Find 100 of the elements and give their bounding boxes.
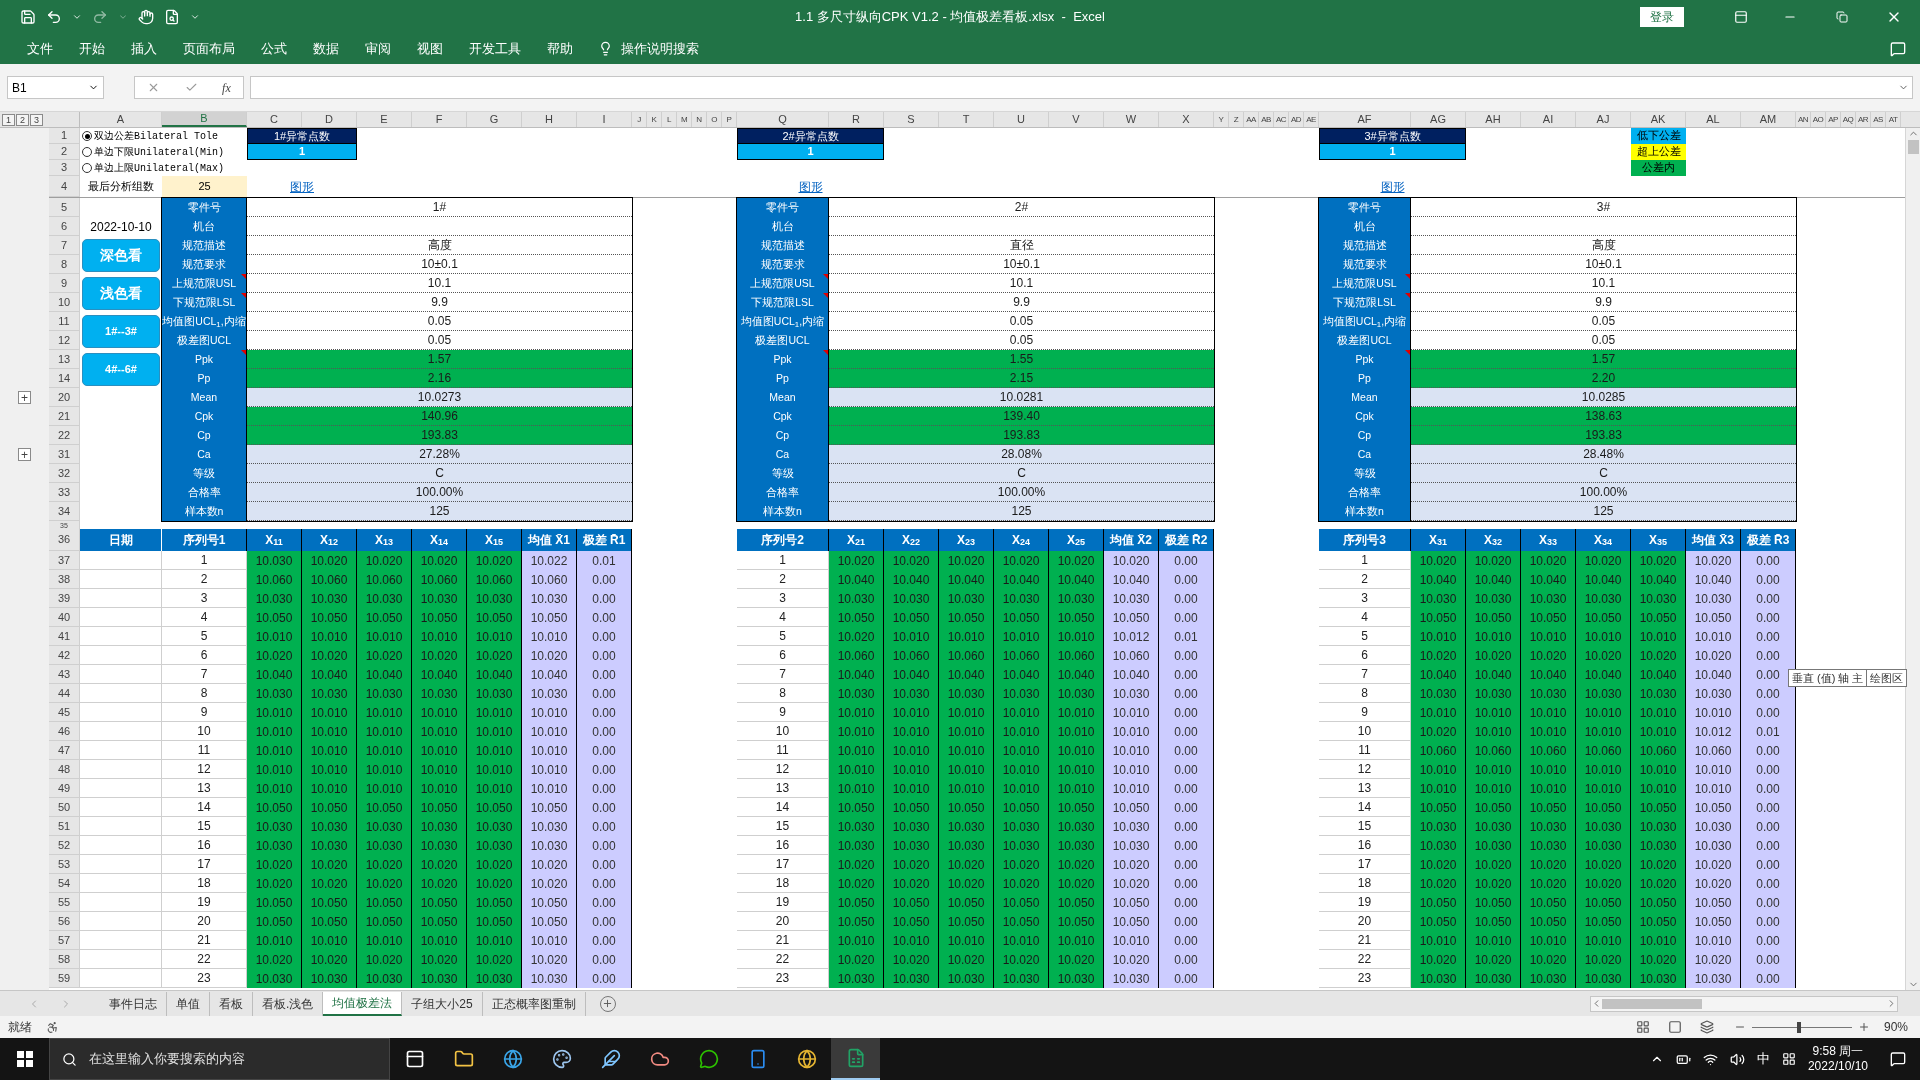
column-header[interactable]: AS bbox=[1871, 112, 1886, 127]
scrollbar-thumb[interactable] bbox=[1907, 140, 1919, 154]
column-header[interactable]: Y bbox=[1214, 112, 1229, 127]
column-header[interactable]: AN bbox=[1796, 112, 1811, 127]
row-number[interactable]: 57 bbox=[49, 931, 80, 950]
wifi-icon[interactable] bbox=[1702, 1051, 1718, 1067]
column-header[interactable]: X bbox=[1159, 112, 1214, 127]
preview-icon[interactable] bbox=[164, 8, 180, 25]
menu-tab[interactable]: 审阅 bbox=[352, 38, 404, 59]
column-header[interactable]: T bbox=[939, 112, 994, 127]
column-header[interactable]: R bbox=[829, 112, 884, 127]
row-number[interactable]: 9 bbox=[49, 274, 80, 293]
column-header[interactable]: S bbox=[884, 112, 939, 127]
column-header[interactable]: AL bbox=[1686, 112, 1741, 127]
expand-group-button[interactable]: + bbox=[18, 448, 31, 461]
row-number[interactable]: 44 bbox=[49, 684, 80, 703]
column-header[interactable]: L bbox=[662, 112, 677, 127]
windows-logo-icon[interactable] bbox=[16, 1051, 33, 1067]
column-header[interactable]: N bbox=[692, 112, 707, 127]
column-header[interactable]: AC bbox=[1274, 112, 1289, 127]
cloud-icon[interactable] bbox=[649, 1049, 670, 1069]
column-header[interactable]: AO bbox=[1811, 112, 1826, 127]
column-header[interactable]: AB bbox=[1259, 112, 1274, 127]
row-number[interactable]: 8 bbox=[49, 255, 80, 274]
insert-function-button[interactable]: fx bbox=[222, 78, 231, 97]
folder-icon[interactable] bbox=[453, 1049, 474, 1069]
save-icon[interactable] bbox=[20, 8, 36, 25]
column-header[interactable]: AK bbox=[1631, 112, 1686, 127]
row-number[interactable]: 48 bbox=[49, 760, 80, 779]
vertical-scrollbar[interactable] bbox=[1905, 128, 1920, 990]
row-number[interactable]: 5 bbox=[49, 198, 80, 217]
sheet-tab[interactable]: 均值极差法 bbox=[323, 991, 403, 1016]
row-number[interactable]: 55 bbox=[49, 893, 80, 912]
row-number[interactable]: 52 bbox=[49, 836, 80, 855]
menu-tab[interactable]: 文件 bbox=[14, 38, 66, 59]
row-number[interactable]: 13 bbox=[49, 350, 80, 369]
enter-icon[interactable] bbox=[184, 81, 198, 94]
feather-icon[interactable] bbox=[600, 1049, 621, 1069]
row-number[interactable]: 14 bbox=[49, 369, 80, 388]
row-number[interactable]: 22 bbox=[49, 426, 80, 445]
column-header[interactable]: AH bbox=[1466, 112, 1521, 127]
comments-icon[interactable] bbox=[1890, 40, 1906, 57]
row-number[interactable]: 59 bbox=[49, 969, 80, 988]
group-count-value[interactable]: 25 bbox=[162, 176, 247, 197]
column-header[interactable]: I bbox=[577, 112, 632, 127]
globe-icon[interactable] bbox=[502, 1049, 523, 1069]
row-number[interactable]: 51 bbox=[49, 817, 80, 836]
chart-link[interactable]: 图形 bbox=[290, 177, 314, 196]
tolerance-radio[interactable]: 单边下限Unilateral(Min) bbox=[80, 144, 247, 160]
row-number[interactable]: 49 bbox=[49, 779, 80, 798]
volume-icon[interactable] bbox=[1729, 1051, 1745, 1067]
column-header[interactable]: U bbox=[994, 112, 1049, 127]
input-method-indicator[interactable]: 中 bbox=[1756, 1049, 1770, 1069]
formula-input[interactable] bbox=[250, 76, 1913, 99]
column-header[interactable]: K bbox=[647, 112, 662, 127]
column-header[interactable]: AA bbox=[1244, 112, 1259, 127]
row-number[interactable]: 6 bbox=[49, 217, 80, 236]
scrollbar-thumb[interactable] bbox=[1602, 998, 1702, 1009]
page-layout-icon[interactable] bbox=[1667, 1020, 1682, 1034]
menu-tab[interactable]: 页面布局 bbox=[170, 38, 248, 59]
chat-icon[interactable] bbox=[698, 1049, 719, 1069]
browser-icon[interactable] bbox=[796, 1049, 817, 1069]
outline-level-button[interactable]: 2 bbox=[16, 113, 29, 126]
row-number[interactable]: 53 bbox=[49, 855, 80, 874]
palette-icon[interactable] bbox=[551, 1049, 572, 1069]
menu-tab[interactable]: 插入 bbox=[118, 38, 170, 59]
hand-icon[interactable] bbox=[138, 8, 154, 25]
row-number[interactable]: 54 bbox=[49, 874, 80, 893]
normal-view-icon[interactable] bbox=[1635, 1020, 1650, 1034]
column-header[interactable]: AT bbox=[1886, 112, 1901, 127]
column-header[interactable]: C bbox=[247, 112, 302, 127]
outline-level-button[interactable]: 3 bbox=[30, 113, 43, 126]
row-number[interactable]: 56 bbox=[49, 912, 80, 931]
column-header[interactable]: AG bbox=[1411, 112, 1466, 127]
column-header[interactable]: AF bbox=[1319, 112, 1411, 127]
menu-tab[interactable]: 视图 bbox=[404, 38, 456, 59]
column-header[interactable]: Q bbox=[737, 112, 829, 127]
row-number[interactable]: 45 bbox=[49, 703, 80, 722]
row-number[interactable]: 46 bbox=[49, 722, 80, 741]
row-number[interactable]: 40 bbox=[49, 608, 80, 627]
row-number[interactable]: 32 bbox=[49, 464, 80, 483]
row-number[interactable]: 2 bbox=[49, 144, 80, 160]
row-number[interactable]: 33 bbox=[49, 483, 80, 502]
row-number[interactable]: 34 bbox=[49, 502, 80, 521]
restore-icon[interactable] bbox=[1836, 10, 1848, 23]
tolerance-radio[interactable]: 单边上限Unilateral(Max) bbox=[80, 160, 247, 176]
zoom-slider[interactable] bbox=[1751, 1021, 1852, 1033]
outline-level-button[interactable]: 1 bbox=[2, 113, 15, 126]
tell-me-search[interactable]: 操作说明搜索 bbox=[621, 38, 699, 59]
menu-tab[interactable]: 帮助 bbox=[534, 38, 586, 59]
sheet-tab[interactable]: 子组大小25 bbox=[402, 991, 483, 1016]
row-number[interactable]: 31 bbox=[49, 445, 80, 464]
column-header[interactable]: G bbox=[467, 112, 522, 127]
sheet-tab[interactable]: 看板 bbox=[210, 991, 253, 1016]
column-header[interactable]: AR bbox=[1856, 112, 1871, 127]
row-number[interactable]: 3 bbox=[49, 160, 80, 176]
lightbulb-icon[interactable] bbox=[598, 41, 613, 56]
row-number[interactable]: 10 bbox=[49, 293, 80, 312]
column-header[interactable]: Z bbox=[1229, 112, 1244, 127]
tolerance-radio[interactable]: 双边公差Bilateral Tole bbox=[80, 128, 247, 144]
